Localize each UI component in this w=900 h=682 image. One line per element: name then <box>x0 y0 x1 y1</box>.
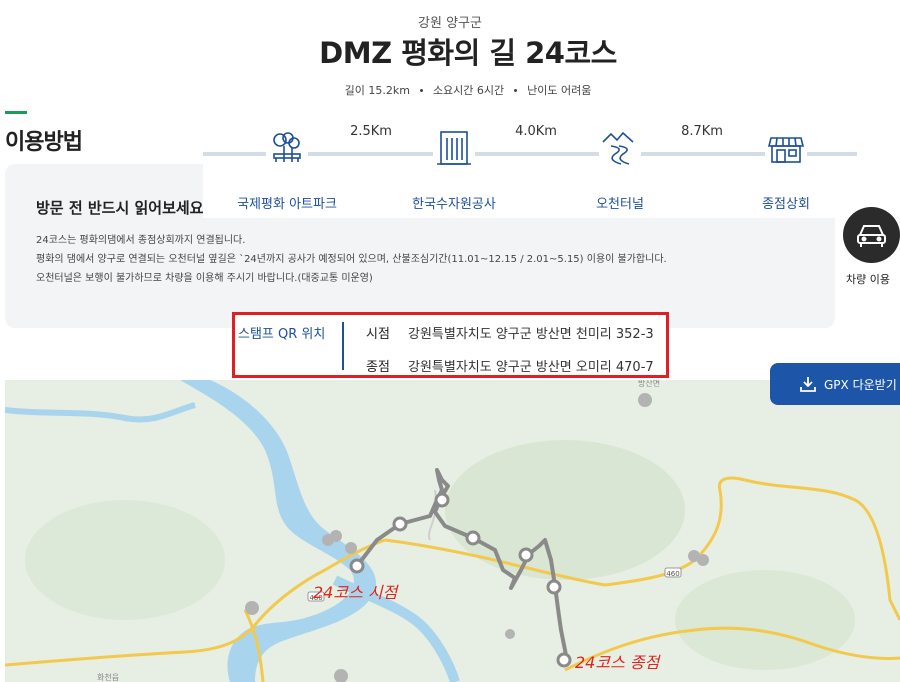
start-annotation: 24코스 시점 <box>313 583 400 602</box>
course-meta: 길이 15.2km 소요시간 6시간 난이도 어려움 <box>0 82 900 98</box>
stop-label-end-store: 종점상회 <box>762 197 810 212</box>
difficulty-text: 난이도 어려움 <box>527 84 592 97</box>
distance-label: 2.5Km <box>350 124 392 139</box>
end-annotation: 24코스 종점 <box>575 653 662 672</box>
page-title: DMZ 평화의 길 24코스 <box>319 36 617 70</box>
tree-bench-icon <box>266 128 308 168</box>
region-label: 강원 양구군 <box>418 16 482 31</box>
store-icon <box>765 128 807 168</box>
separator-dot <box>514 88 518 92</box>
time-text: 소요시간 6시간 <box>432 84 505 97</box>
stamp-start-address: 강원특별자치도 양구군 방산면 천미리 352-3 <box>408 327 654 342</box>
guide-line: 평화의 댐에서 양구로 연결되는 오천터널 옆길은 `24년까지 공사가 예정되… <box>36 254 667 265</box>
gpx-download-label: GPX 다운받기 <box>824 378 897 392</box>
stop-label-art-park: 국제평화 아트파크 <box>237 197 337 212</box>
separator-dot <box>419 88 423 92</box>
map-place-label: 화천읍 <box>97 672 119 682</box>
section-accent-bar <box>5 111 27 114</box>
stamp-start-key: 시점 <box>366 327 390 342</box>
stamp-end-address: 강원특별자치도 양구군 방산면 오미리 470-7 <box>408 360 654 375</box>
gpx-download-button[interactable]: GPX 다운받기 <box>770 363 900 405</box>
vehicle-label: 차량 이용 <box>846 273 890 286</box>
stop-label-ocheon-tunnel: 오천터널 <box>596 197 644 212</box>
route-waypoint-marker[interactable] <box>546 579 562 595</box>
route-start-marker[interactable] <box>349 558 365 574</box>
office-building-icon <box>433 128 475 168</box>
route-waypoint-marker[interactable] <box>392 516 408 532</box>
download-icon <box>800 377 816 392</box>
guide-line: 24코스는 평화의댐에서 종점상회까지 연결됩니다. <box>36 235 246 246</box>
usage-section-title: 이용방법 <box>5 130 83 155</box>
guide-heading: 방문 전 반드시 읽어보세요! <box>36 199 211 217</box>
stamp-end-key: 종점 <box>366 360 390 375</box>
distance-label: 4.0Km <box>515 124 557 139</box>
stamp-divider <box>342 322 344 370</box>
distance-label: 8.7Km <box>681 124 723 139</box>
route-waypoint-marker[interactable] <box>465 530 481 546</box>
car-icon <box>857 225 886 247</box>
stamp-qr-title: 스탬프 QR 위치 <box>238 327 326 342</box>
map-canvas: 460 460 방산면 화천읍 24코스 시점 24코스 종점 <box>5 380 900 682</box>
vehicle-button[interactable] <box>843 207 900 263</box>
course-map[interactable]: 460 460 방산면 화천읍 24코스 시점 24코스 종점 <box>5 380 900 682</box>
stop-label-water-corp: 한국수자원공사 <box>412 197 496 212</box>
length-text: 길이 15.2km <box>344 84 410 97</box>
map-place-label: 방산면 <box>638 380 660 388</box>
route-waypoint-marker[interactable] <box>518 547 534 563</box>
route-end-marker[interactable] <box>556 652 572 668</box>
road-number-text: 460 <box>666 570 679 578</box>
tunnel-road-icon <box>599 128 641 168</box>
route-waypoint-marker[interactable] <box>434 492 450 508</box>
guide-line: 오천터널은 보행이 불가하므로 차량을 이용해 주시기 바랍니다.(대중교통 미… <box>36 273 373 284</box>
